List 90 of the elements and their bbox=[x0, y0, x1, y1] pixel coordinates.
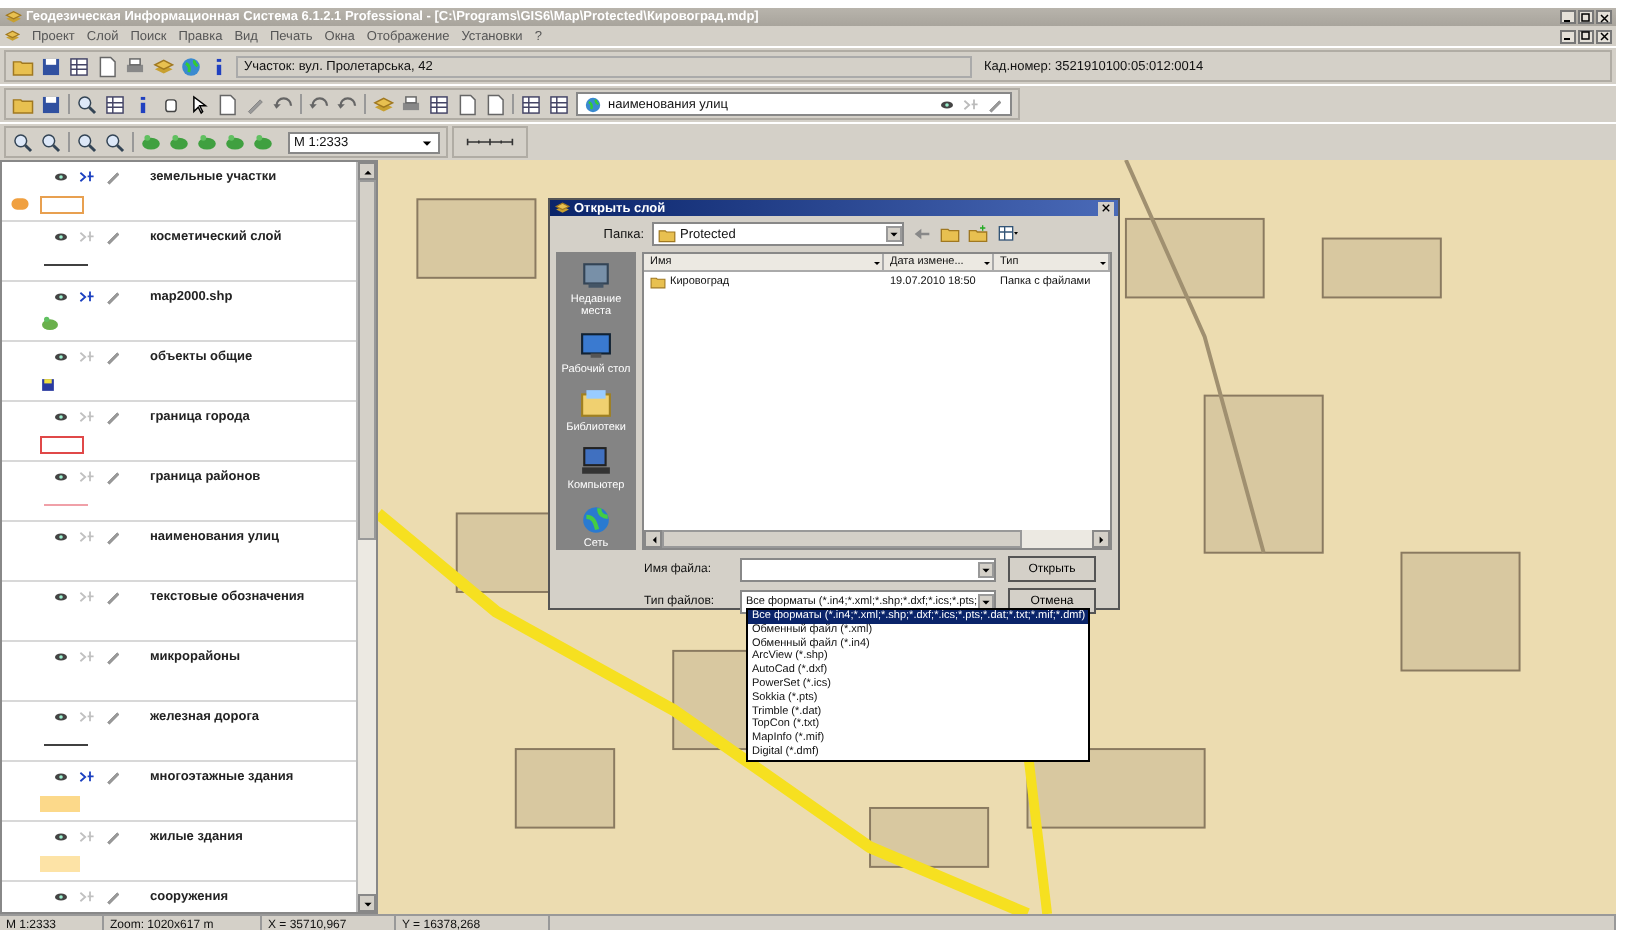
eye-icon[interactable] bbox=[52, 408, 70, 426]
caret-icon bbox=[1097, 257, 1107, 267]
scroll-thumb[interactable] bbox=[662, 530, 1022, 548]
printer-icon[interactable] bbox=[124, 55, 146, 77]
layers-icon[interactable] bbox=[152, 55, 174, 77]
eye-icon[interactable] bbox=[52, 528, 70, 546]
pencil-icon[interactable] bbox=[104, 708, 122, 726]
table-icon[interactable] bbox=[520, 93, 542, 115]
pencil-icon[interactable] bbox=[104, 588, 122, 606]
pencil-icon[interactable] bbox=[104, 468, 122, 486]
folder-up-icon[interactable] bbox=[940, 224, 960, 244]
pencil-icon bbox=[986, 95, 1004, 113]
close-button[interactable] bbox=[1098, 201, 1114, 215]
maximize-icon bbox=[1580, 11, 1592, 23]
eye-icon[interactable] bbox=[52, 588, 70, 606]
save-icon[interactable] bbox=[40, 55, 62, 77]
zoom-icon[interactable] bbox=[76, 93, 98, 115]
pencil-icon[interactable] bbox=[104, 228, 122, 246]
folder-icon bbox=[580, 388, 612, 420]
scrollbar[interactable] bbox=[356, 162, 376, 912]
selection-icon[interactable] bbox=[78, 768, 96, 786]
selection-icon[interactable] bbox=[78, 168, 96, 186]
pencil-icon[interactable] bbox=[104, 888, 122, 906]
pencil-icon[interactable] bbox=[104, 288, 122, 306]
table-icon[interactable] bbox=[548, 93, 570, 115]
minimize-button[interactable] bbox=[1560, 29, 1576, 43]
pencil-icon[interactable] bbox=[104, 528, 122, 546]
left-arrow-icon[interactable] bbox=[647, 533, 659, 545]
redo-icon[interactable] bbox=[336, 93, 358, 115]
minimize-button[interactable] bbox=[1560, 10, 1576, 24]
scrollbar[interactable] bbox=[644, 530, 1110, 548]
pencil-icon[interactable] bbox=[104, 408, 122, 426]
close-icon bbox=[1598, 30, 1610, 42]
eye-icon[interactable] bbox=[52, 888, 70, 906]
caret-icon bbox=[980, 563, 992, 575]
globe-icon bbox=[584, 95, 602, 113]
cursor-icon[interactable] bbox=[188, 93, 210, 115]
close-icon bbox=[1598, 11, 1610, 23]
table-icon[interactable] bbox=[104, 93, 126, 115]
printer-icon[interactable] bbox=[400, 93, 422, 115]
maximize-button[interactable] bbox=[1578, 10, 1594, 24]
restore-icon bbox=[1580, 30, 1592, 42]
zoom-icon[interactable] bbox=[104, 131, 126, 153]
selection-icon bbox=[962, 95, 980, 113]
table-icon[interactable] bbox=[428, 93, 450, 115]
app-icon bbox=[554, 200, 570, 216]
undo-icon[interactable] bbox=[308, 93, 330, 115]
eye-icon[interactable] bbox=[52, 288, 70, 306]
eye-icon[interactable] bbox=[52, 168, 70, 186]
eye-icon[interactable] bbox=[52, 708, 70, 726]
eye-icon bbox=[938, 95, 956, 113]
monitor-icon bbox=[580, 260, 612, 292]
pencil-icon[interactable] bbox=[104, 768, 122, 786]
table-icon[interactable] bbox=[68, 55, 90, 77]
eye-icon[interactable] bbox=[52, 828, 70, 846]
app-icon bbox=[4, 8, 22, 26]
pencil-icon[interactable] bbox=[104, 168, 122, 186]
up-arrow-icon[interactable] bbox=[361, 165, 373, 177]
view-menu-icon[interactable] bbox=[996, 224, 1020, 244]
undo-icon[interactable] bbox=[272, 93, 294, 115]
layers-icon[interactable] bbox=[372, 93, 394, 115]
scroll-thumb[interactable] bbox=[358, 180, 376, 540]
desktop-icon bbox=[580, 330, 612, 362]
close-button[interactable] bbox=[1596, 29, 1612, 43]
pencil-icon[interactable] bbox=[104, 648, 122, 666]
caret-icon bbox=[888, 228, 900, 240]
right-arrow-icon[interactable] bbox=[1095, 533, 1107, 545]
close-icon bbox=[1100, 202, 1112, 214]
caret-icon bbox=[871, 257, 881, 267]
globe-icon bbox=[580, 504, 612, 536]
file-name-field[interactable] bbox=[740, 557, 996, 581]
close-button[interactable] bbox=[1596, 10, 1612, 24]
eye-icon[interactable] bbox=[52, 228, 70, 246]
eye-icon[interactable] bbox=[52, 348, 70, 366]
zoom-icon[interactable] bbox=[76, 131, 98, 153]
caret-icon bbox=[981, 257, 991, 267]
computer-icon bbox=[580, 446, 612, 478]
pencil-icon[interactable] bbox=[104, 828, 122, 846]
restore-button[interactable] bbox=[1578, 29, 1594, 43]
selection-icon[interactable] bbox=[78, 288, 96, 306]
eye-icon[interactable] bbox=[52, 768, 70, 786]
folder-icon bbox=[658, 225, 676, 243]
zoom-in-icon[interactable] bbox=[12, 131, 34, 153]
zoom-out-icon[interactable] bbox=[40, 131, 62, 153]
pencil-icon[interactable] bbox=[104, 348, 122, 366]
eye-icon[interactable] bbox=[52, 648, 70, 666]
down-arrow-icon[interactable] bbox=[361, 897, 373, 909]
eye-icon[interactable] bbox=[52, 468, 70, 486]
new-folder-icon[interactable] bbox=[968, 224, 988, 244]
save-icon[interactable] bbox=[40, 93, 62, 115]
